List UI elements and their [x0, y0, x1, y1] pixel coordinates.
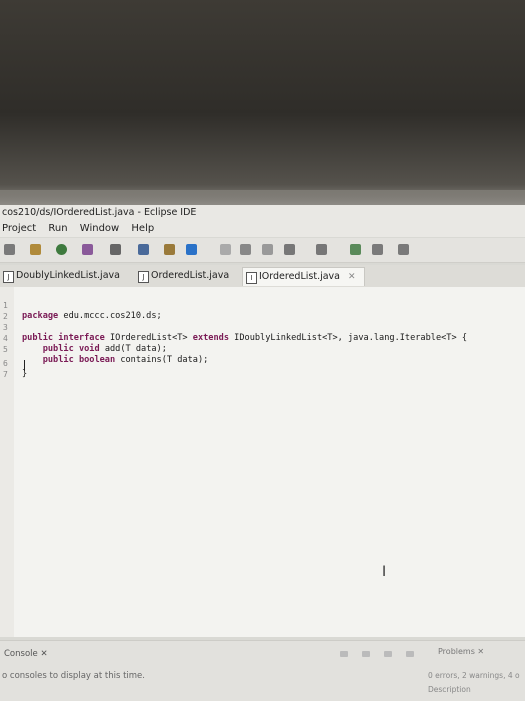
toggle-icon[interactable] — [186, 244, 197, 255]
tab-console[interactable]: Console ✕ — [4, 649, 48, 659]
previous-annotation-icon[interactable] — [316, 244, 327, 255]
window-title: cos210/ds/IOrderedList.java - Eclipse ID… — [0, 205, 525, 221]
debug-icon[interactable] — [82, 244, 93, 255]
run-icon[interactable] — [56, 244, 67, 255]
tab-iorderedlist[interactable]: I IOrderedList.java ✕ — [242, 267, 365, 286]
build-icon[interactable] — [110, 244, 121, 255]
java-file-icon: J — [138, 271, 149, 283]
menu-bar: Project Run Window Help — [0, 221, 525, 237]
menu-help[interactable]: Help — [131, 223, 154, 234]
show-whitespace-icon[interactable] — [262, 244, 273, 255]
tab-label: DoublyLinkedList.java — [16, 270, 120, 281]
code-line-5: 5 public boolean contains(T data); — [0, 333, 208, 365]
tab-orderedlist[interactable]: J OrderedList.java — [135, 267, 229, 285]
marker-icon[interactable] — [164, 244, 175, 255]
text-caret — [24, 360, 25, 371]
code-line-4: 4 public void add(T data); — [0, 322, 167, 354]
back-icon[interactable] — [372, 244, 383, 255]
tab-problems[interactable]: Problems ✕ — [438, 647, 484, 656]
toolbar — [0, 238, 525, 263]
java-file-icon: J — [3, 271, 14, 283]
bottom-panel: Console ✕ o consoles to display at this … — [0, 640, 525, 701]
open-console-icon[interactable] — [384, 651, 392, 657]
code-editor[interactable]: 1 package edu.mccc.cos210.ds; 2 3 public… — [0, 287, 525, 637]
display-console-icon[interactable] — [362, 651, 370, 657]
menu-project[interactable]: Project — [2, 223, 36, 234]
new-icon[interactable] — [4, 244, 15, 255]
code-line-7: 7 — [0, 358, 21, 379]
tab-doublylinkedlist[interactable]: J DoublyLinkedList.java — [0, 267, 120, 285]
mouse-ibeam-cursor: I — [382, 564, 387, 580]
menu-run[interactable]: Run — [48, 223, 67, 234]
java-interface-icon: I — [246, 272, 257, 284]
word-wrap-icon[interactable] — [240, 244, 251, 255]
code-line-2: 2 — [0, 300, 21, 321]
code-line-3: 3 public interface IOrderedList<T> exten… — [0, 311, 467, 343]
search-icon[interactable] — [138, 244, 149, 255]
pin-console-icon[interactable] — [340, 651, 348, 657]
next-annotation-icon[interactable] — [284, 244, 295, 255]
tab-label: IOrderedList.java — [259, 271, 340, 282]
menu-window[interactable]: Window — [80, 223, 119, 234]
last-edit-icon[interactable] — [350, 244, 361, 255]
code-text: package edu.mccc.cos210.ds; — [22, 311, 162, 321]
code-text: public interface IOrderedList<T> extends… — [22, 333, 467, 343]
block-selection-icon[interactable] — [220, 244, 231, 255]
code-text: public boolean contains(T data); — [42, 355, 209, 365]
code-text: public void add(T data); — [42, 344, 167, 354]
editor-tabs: J DoublyLinkedList.java J OrderedList.ja… — [0, 265, 525, 287]
forward-icon[interactable] — [398, 244, 409, 255]
problems-summary: 0 errors, 2 warnings, 4 o — [428, 671, 520, 680]
monitor-bezel — [0, 0, 525, 205]
code-line-6: 6 } — [0, 347, 27, 379]
description-column-header: Description — [428, 685, 471, 694]
console-message: o consoles to display at this time. — [2, 671, 145, 681]
minimize-icon[interactable] — [406, 651, 414, 657]
code-line-1: 1 package edu.mccc.cos210.ds; — [0, 289, 162, 321]
close-icon[interactable]: ✕ — [348, 272, 356, 282]
line-number: 7 — [3, 370, 8, 379]
package-icon[interactable] — [30, 244, 41, 255]
tab-label: OrderedList.java — [151, 270, 230, 281]
